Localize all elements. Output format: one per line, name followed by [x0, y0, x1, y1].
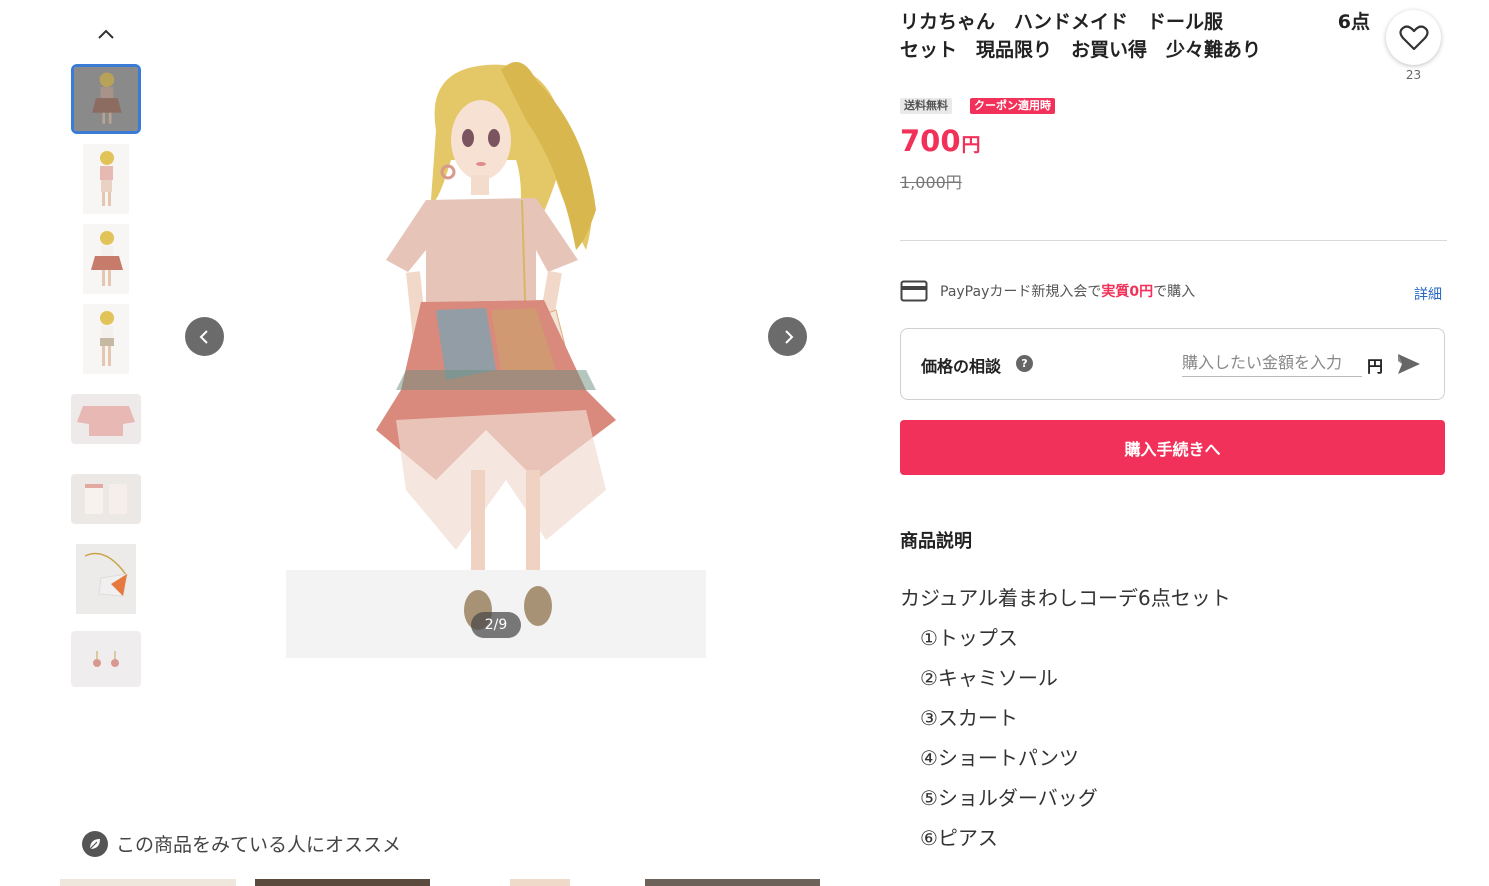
negotiation-amount-input[interactable] [1182, 349, 1362, 377]
paypay-highlight: 実質0円 [1101, 284, 1154, 300]
negotiation-unit: 円 [1367, 357, 1384, 376]
doll-outfit-thumbnail-image [74, 67, 138, 131]
negotiation-label: 価格の相談 [921, 357, 1002, 376]
description-body: カジュアル着まわしコーデ6点セット ①トップス ②キャミソール ③スカート ④シ… [900, 578, 1231, 858]
product-title-line1: リカちゃん ハンドメイド ドール服 [900, 11, 1224, 33]
credit-card-icon [900, 280, 928, 302]
paypay-text-end: で購入 [1153, 284, 1196, 300]
coupon-badge: クーポン適用時 [970, 98, 1055, 114]
doll-outfit-thumbnail-image [71, 144, 141, 214]
send-icon [1398, 354, 1420, 374]
like-count: 23 [1405, 68, 1422, 82]
thumbnail-6[interactable] [71, 474, 141, 524]
product-title-line2: セット 現品限り お買い得 少々難あり [900, 39, 1262, 61]
thumbnail-2[interactable] [71, 144, 141, 214]
free-shipping-badge: 送料無料 [900, 98, 952, 114]
thumbnail-4[interactable] [71, 304, 141, 374]
like-button[interactable] [1386, 10, 1441, 65]
paypay-text: PayPayカード新規入会で [940, 284, 1102, 300]
main-image-viewer: 2/9 [172, 10, 820, 660]
price-unit: 円 [961, 134, 981, 156]
earrings-thumbnail-image [71, 631, 141, 687]
thumbnail-5[interactable] [71, 394, 141, 444]
price-value: 700 [900, 124, 961, 158]
paypay-promo: PayPayカード新規入会で 実質0円 で購入 [900, 280, 1195, 302]
price: 700 円 [900, 124, 981, 158]
product-title: リカちゃん ハンドメイド ドール服 6点 セット 現品限り お買い得 少々難あり [900, 8, 1370, 64]
thumbnails-scroll-up-button[interactable] [94, 24, 118, 44]
chevron-up-icon [98, 29, 114, 39]
description-item: ⑥ピアス [920, 826, 998, 850]
main-product-photo [286, 10, 706, 658]
recommend-item-1[interactable] [60, 879, 236, 886]
recommend-item-4[interactable] [645, 879, 820, 886]
thumbnail-1[interactable] [71, 64, 141, 134]
image-counter: 2/9 [471, 612, 521, 638]
divider [900, 240, 1447, 241]
product-title-line1-end: 6点 [1337, 11, 1370, 33]
description-item: ②キャミソール [920, 666, 1058, 690]
paypay-detail-link[interactable]: 詳細 [1414, 284, 1442, 304]
original-price: 1,000円 [900, 173, 962, 192]
thumbnail-8[interactable] [71, 631, 141, 687]
description-item: ④ショートパンツ [920, 746, 1079, 770]
price-negotiation-box: 価格の相談 ? 円 [900, 328, 1445, 400]
recommend-title: この商品をみている人にオススメ [116, 834, 402, 856]
previous-image-button[interactable] [185, 317, 224, 356]
chevron-left-icon [199, 329, 208, 344]
chevron-right-icon [784, 329, 793, 344]
doll-photo [286, 10, 706, 658]
pink-top-thumbnail-image [71, 394, 141, 444]
thumbnail-3[interactable] [71, 224, 141, 294]
doll-outfit-thumbnail-image [71, 224, 141, 294]
shoulder-bag-thumbnail-image [76, 544, 136, 614]
description-heading: 商品説明 [900, 531, 972, 552]
recommend-item-2[interactable] [255, 879, 430, 886]
negotiation-send-button[interactable] [1395, 351, 1423, 377]
description-intro: カジュアル着まわしコーデ6点セット [900, 586, 1231, 610]
leaf-icon [82, 830, 108, 857]
purchase-button[interactable]: 購入手続きへ [900, 420, 1445, 475]
recommend-header: この商品をみている人にオススメ [82, 830, 401, 857]
next-image-button[interactable] [768, 317, 807, 356]
heart-icon [1398, 24, 1429, 50]
recommend-item-3[interactable] [510, 879, 570, 886]
camisole-thumbnail-image [71, 474, 141, 524]
help-icon[interactable]: ? [1016, 355, 1033, 372]
description-item: ⑤ショルダーバッグ [920, 786, 1098, 810]
doll-outfit-thumbnail-image [71, 304, 141, 374]
thumbnail-7[interactable] [71, 544, 141, 614]
description-item: ①トップス [920, 626, 1018, 650]
description-item: ③スカート [920, 706, 1018, 730]
